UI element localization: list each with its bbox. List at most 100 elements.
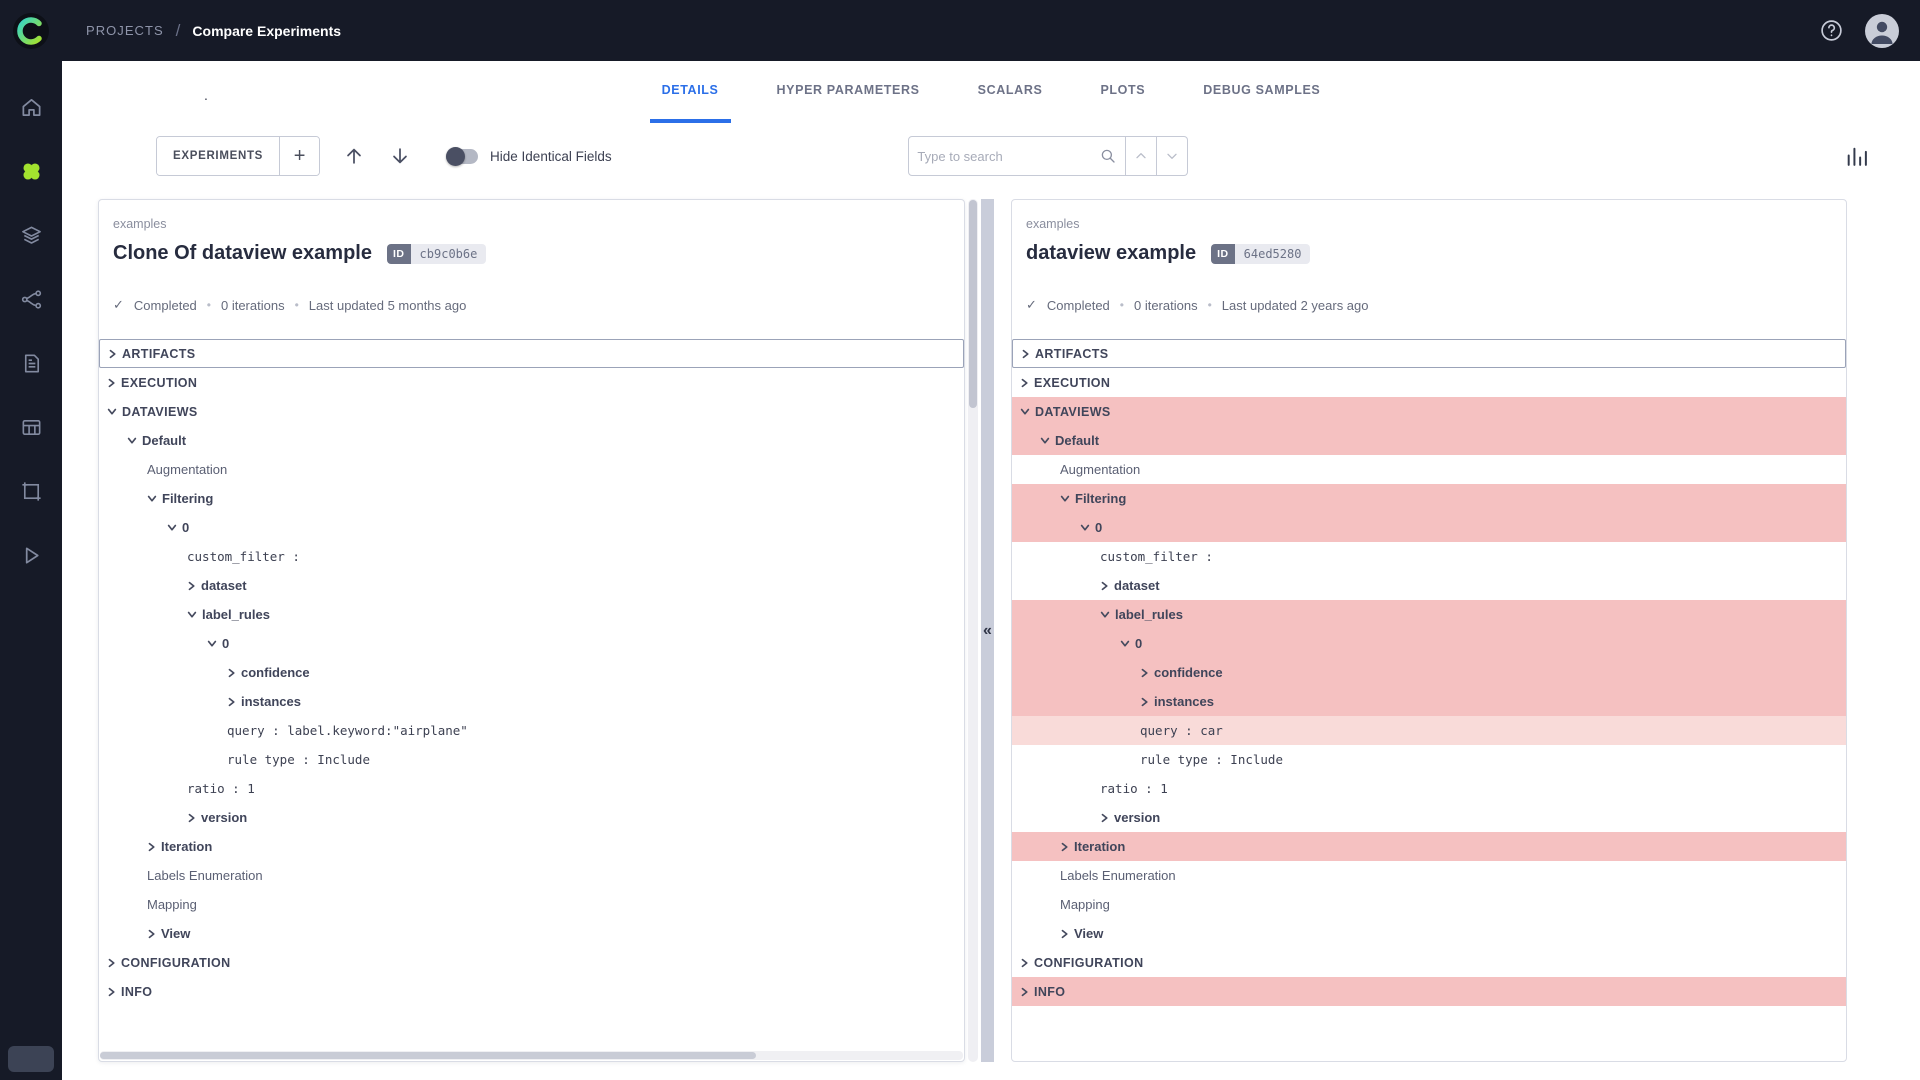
tree-row-default[interactable]: Default bbox=[99, 426, 964, 455]
scrollbar-thumb[interactable] bbox=[100, 1052, 756, 1059]
experiment-id-badge: ID64ed5280 bbox=[1211, 244, 1310, 264]
breadcrumb: PROJECTS / Compare Experiments bbox=[86, 21, 341, 41]
tree-row-info[interactable]: INFO bbox=[1012, 977, 1846, 1006]
reports-icon bbox=[20, 352, 43, 375]
tree-row-query-label-keyword-airplane: query : label.keyword:"airplane" bbox=[99, 716, 964, 745]
sidebar-item-home[interactable] bbox=[0, 75, 62, 139]
tab-plots[interactable]: PLOTS bbox=[1088, 61, 1157, 123]
tree-label: Augmentation bbox=[147, 462, 227, 477]
scrollbar-thumb[interactable] bbox=[969, 200, 977, 408]
tree-row-0[interactable]: 0 bbox=[1012, 513, 1846, 542]
chevron-up-icon bbox=[1133, 148, 1149, 164]
annotation-icon bbox=[20, 480, 43, 503]
details-tree: ARTIFACTS EXECUTIONDATAVIEWSDefault Augmen… bbox=[99, 339, 964, 1016]
tree-row-confidence[interactable]: confidence bbox=[99, 658, 964, 687]
tree-label: ARTIFACTS bbox=[122, 347, 196, 361]
tree-row-artifacts[interactable]: ARTIFACTS bbox=[1012, 339, 1846, 368]
tree-row-0[interactable]: 0 bbox=[99, 513, 964, 542]
experiment-title: Clone Of dataview example bbox=[113, 242, 372, 265]
breadcrumb-projects-link[interactable]: PROJECTS bbox=[86, 23, 164, 38]
experiments-button[interactable]: EXPERIMENTS bbox=[157, 137, 279, 175]
tree-row-dataset[interactable]: dataset bbox=[99, 571, 964, 600]
completed-check-icon: ✓ bbox=[113, 297, 124, 313]
tree-label: Mapping bbox=[1060, 897, 1110, 912]
clearml-logo[interactable] bbox=[0, 11, 62, 51]
tree-row-label-rules[interactable]: label_rules bbox=[1012, 600, 1846, 629]
tree-label: 0 bbox=[1135, 636, 1142, 651]
chevron-right-icon bbox=[1140, 668, 1149, 678]
chevron-right-icon bbox=[1021, 349, 1030, 359]
separator-dot: • bbox=[1120, 298, 1124, 312]
sidebar-item-workers-queues[interactable] bbox=[0, 395, 62, 459]
tree-row-instances[interactable]: instances bbox=[1012, 687, 1846, 716]
chevron-right-icon bbox=[108, 349, 117, 359]
main-content: . DETAILSHYPER PARAMETERSSCALARSPLOTSDEB… bbox=[62, 61, 1920, 1080]
search-input[interactable] bbox=[917, 149, 1099, 164]
tree-row-iteration[interactable]: Iteration bbox=[99, 832, 964, 861]
tree-row-version[interactable]: version bbox=[99, 803, 964, 832]
tree-row-0[interactable]: 0 bbox=[99, 629, 964, 658]
tree-row-artifacts[interactable]: ARTIFACTS bbox=[99, 339, 964, 368]
chevron-right-icon bbox=[1060, 842, 1069, 852]
user-avatar[interactable] bbox=[1864, 13, 1900, 49]
tree-row-execution[interactable]: EXECUTION bbox=[99, 368, 964, 397]
tree-row-iteration[interactable]: Iteration bbox=[1012, 832, 1846, 861]
tree-row-dataviews[interactable]: DATAVIEWS bbox=[1012, 397, 1846, 426]
chevron-down-icon bbox=[1060, 494, 1070, 503]
tree-label: CONFIGURATION bbox=[1034, 956, 1144, 970]
pipelines-icon bbox=[20, 288, 43, 311]
tree-label: instances bbox=[1154, 694, 1214, 709]
tree-label: custom_filter : bbox=[1100, 549, 1213, 564]
tab-scalars[interactable]: SCALARS bbox=[966, 61, 1055, 123]
tree-row-filtering[interactable]: Filtering bbox=[1012, 484, 1846, 513]
tree-row-dataset[interactable]: dataset bbox=[1012, 571, 1846, 600]
horizontal-scrollbar[interactable] bbox=[100, 1051, 963, 1060]
separator-dot: • bbox=[295, 298, 299, 312]
tree-row-configuration[interactable]: CONFIGURATION bbox=[1012, 948, 1846, 977]
tree-row-instances[interactable]: instances bbox=[99, 687, 964, 716]
sidebar-item-reports[interactable] bbox=[0, 331, 62, 395]
tab-hyper-parameters[interactable]: HYPER PARAMETERS bbox=[765, 61, 932, 123]
tree-row-version[interactable]: version bbox=[1012, 803, 1846, 832]
tree-row-default[interactable]: Default bbox=[1012, 426, 1846, 455]
tree-row-filtering[interactable]: Filtering bbox=[99, 484, 964, 513]
status-row: ✓Completed•0 iterations•Last updated 2 y… bbox=[1026, 297, 1832, 313]
sidebar-item-pipelines[interactable] bbox=[0, 267, 62, 331]
tree-row-info[interactable]: INFO bbox=[99, 977, 964, 1006]
search-prev-button[interactable] bbox=[1126, 136, 1157, 176]
tab-details[interactable]: DETAILS bbox=[650, 61, 731, 123]
sidebar bbox=[0, 61, 62, 1080]
tree-row-view[interactable]: View bbox=[99, 919, 964, 948]
tree-label: INFO bbox=[1034, 985, 1065, 999]
add-experiment-button[interactable]: + bbox=[279, 137, 319, 175]
panel-header: examplesClone Of dataview exampleIDcb9c0… bbox=[99, 200, 964, 313]
tree-row-execution[interactable]: EXECUTION bbox=[1012, 368, 1846, 397]
sidebar-item-projects[interactable] bbox=[0, 139, 62, 203]
metrics-columns-icon-button[interactable] bbox=[1836, 136, 1876, 176]
sidebar-item-annotation[interactable] bbox=[0, 459, 62, 523]
left-panel-scrollbar[interactable] bbox=[968, 199, 978, 1062]
move-up-button[interactable] bbox=[334, 136, 374, 176]
tree-row-dataviews[interactable]: DATAVIEWS bbox=[99, 397, 964, 426]
tree-row-configuration[interactable]: CONFIGURATION bbox=[99, 948, 964, 977]
tree-row-label-rules[interactable]: label_rules bbox=[99, 600, 964, 629]
search-icon[interactable] bbox=[1099, 147, 1117, 165]
sidebar-item-datasets[interactable] bbox=[0, 203, 62, 267]
tree-row-0[interactable]: 0 bbox=[1012, 629, 1846, 658]
tree-label: Filtering bbox=[162, 491, 213, 506]
panel-gap bbox=[994, 199, 1011, 1062]
tree-row-confidence[interactable]: confidence bbox=[1012, 658, 1846, 687]
panel-splitter[interactable]: « bbox=[981, 199, 994, 1062]
move-down-button[interactable] bbox=[380, 136, 420, 176]
sidebar-footer[interactable] bbox=[8, 1046, 54, 1072]
tree-row-view[interactable]: View bbox=[1012, 919, 1846, 948]
help-icon[interactable] bbox=[1819, 18, 1844, 43]
compare-area: examplesClone Of dataview exampleIDcb9c0… bbox=[62, 189, 1920, 1080]
id-tag: ID bbox=[387, 244, 411, 264]
collapse-panel-button[interactable]: « bbox=[983, 623, 992, 639]
tab-debug-samples[interactable]: DEBUG SAMPLES bbox=[1191, 61, 1332, 123]
id-value: cb9c0b6e bbox=[411, 244, 487, 264]
hide-identical-toggle[interactable] bbox=[446, 149, 478, 164]
sidebar-item-applications[interactable] bbox=[0, 523, 62, 587]
search-next-button[interactable] bbox=[1157, 136, 1188, 176]
